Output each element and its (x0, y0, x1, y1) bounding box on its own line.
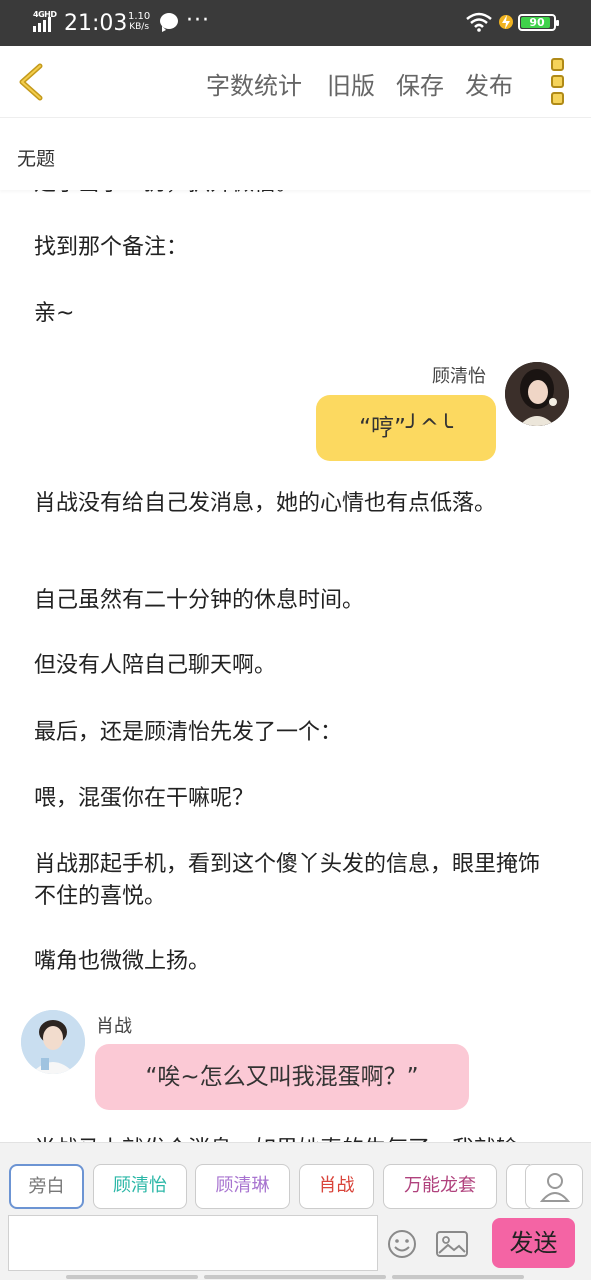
speaker-name: 肖战 (96, 1016, 132, 1037)
scroll-indicator (204, 1275, 386, 1279)
more-notifications: ··· (186, 8, 210, 33)
battery-indicator: 90 (518, 14, 559, 31)
paragraph[interactable]: 肖战那起手机，看到这个傻丫头发的信息，眼里掩饰不住的喜悦。 (34, 849, 560, 913)
status-bar: 4GHD 21:03 1.10 KB/s ··· 90 (0, 0, 591, 46)
avatar[interactable] (21, 1010, 85, 1074)
document-title[interactable]: 无题 (17, 144, 55, 171)
paragraph[interactable]: 但没有人陪自己聊天啊。 (34, 650, 560, 682)
profile-button[interactable] (525, 1164, 583, 1209)
chat-icon (160, 13, 178, 32)
paragraph[interactable]: 是乎当了…扔，扒开微信。 (34, 190, 560, 200)
paragraph[interactable]: 嘴角也微微上扬。 (34, 946, 560, 978)
paragraph[interactable]: 喂，混蛋你在干嘛呢？ (34, 783, 560, 815)
role-chip-gu-qingyi[interactable]: 顾清怡 (93, 1164, 187, 1209)
paragraph[interactable]: 肖战没有给自己发消息，她的心情也有点低落。 (34, 488, 560, 520)
avatar[interactable] (505, 362, 569, 426)
emoji-icon[interactable] (387, 1229, 417, 1259)
charging-icon (499, 15, 513, 29)
paragraph[interactable]: 肖战马上就发个消息，如果她真的生气了，我就输 (34, 1134, 560, 1142)
role-chip-narrator[interactable]: 旁白 (9, 1164, 84, 1209)
avatar-image (21, 1010, 85, 1074)
paragraph[interactable]: 找到那个备注： (34, 232, 560, 264)
speed-unit: KB/s (129, 22, 150, 32)
back-arrow-icon[interactable] (14, 62, 50, 102)
scroll-indicator (66, 1275, 198, 1279)
role-chip-xiao-zhan[interactable]: 肖战 (299, 1164, 374, 1209)
paragraph[interactable]: 亲~ (34, 298, 560, 330)
role-chip-label: 顾清琳 (215, 1175, 270, 1196)
battery-level: 90 (529, 16, 545, 29)
network-speed: 1.10 KB/s (128, 11, 150, 33)
image-icon[interactable] (436, 1231, 468, 1257)
save-button[interactable]: 保存 (396, 66, 444, 101)
role-chip-label: 顾清怡 (113, 1175, 167, 1196)
title-row[interactable]: 无题 (0, 118, 591, 190)
role-chip-extras[interactable]: 万能龙套 (383, 1164, 497, 1209)
role-chip-label: 旁白 (28, 1176, 65, 1197)
signal-icon: 4GHD (33, 10, 57, 32)
avatar-image (505, 362, 569, 426)
menu-icon[interactable] (549, 58, 567, 106)
role-chip-label: 万能龙套 (404, 1175, 476, 1196)
paragraph[interactable]: 自己虽然有二十分钟的休息时间。 (34, 585, 560, 617)
scroll-indicator (392, 1275, 524, 1279)
wifi-icon (466, 12, 492, 32)
role-chip-label: 肖战 (318, 1175, 355, 1196)
message-input[interactable] (8, 1215, 378, 1271)
status-time: 21:03 (64, 11, 128, 36)
role-input-bar: 旁白 顾清怡 顾清琳 肖战 万能龙套 发送 (0, 1142, 591, 1280)
speed-value: 1.10 (128, 11, 151, 22)
editor-toolbar: 字数统计 旧版 保存 发布 (0, 46, 591, 118)
old-version-button[interactable]: 旧版 (327, 66, 375, 101)
paragraph[interactable]: 最后，还是顾清怡先发了一个： (34, 717, 560, 749)
speaker-name: 顾清怡 (432, 366, 486, 387)
word-count-button[interactable]: 字数统计 (206, 66, 302, 101)
send-button[interactable]: 发送 (492, 1218, 575, 1268)
chat-bubble[interactable]: “唉~怎么又叫我混蛋啊？” (95, 1044, 469, 1110)
profile-icon (539, 1173, 571, 1202)
chat-bubble[interactable]: “哼”╯^╰ (316, 395, 496, 461)
role-chip-gu-qinglin[interactable]: 顾清琳 (195, 1164, 290, 1209)
network-type: 4GHD (33, 10, 57, 19)
publish-button[interactable]: 发布 (465, 66, 513, 101)
story-content[interactable]: 是乎当了…扔，扒开微信。 找到那个备注： 亲~ 顾清怡 “哼”╯^╰ 肖战没有给… (0, 190, 591, 1142)
